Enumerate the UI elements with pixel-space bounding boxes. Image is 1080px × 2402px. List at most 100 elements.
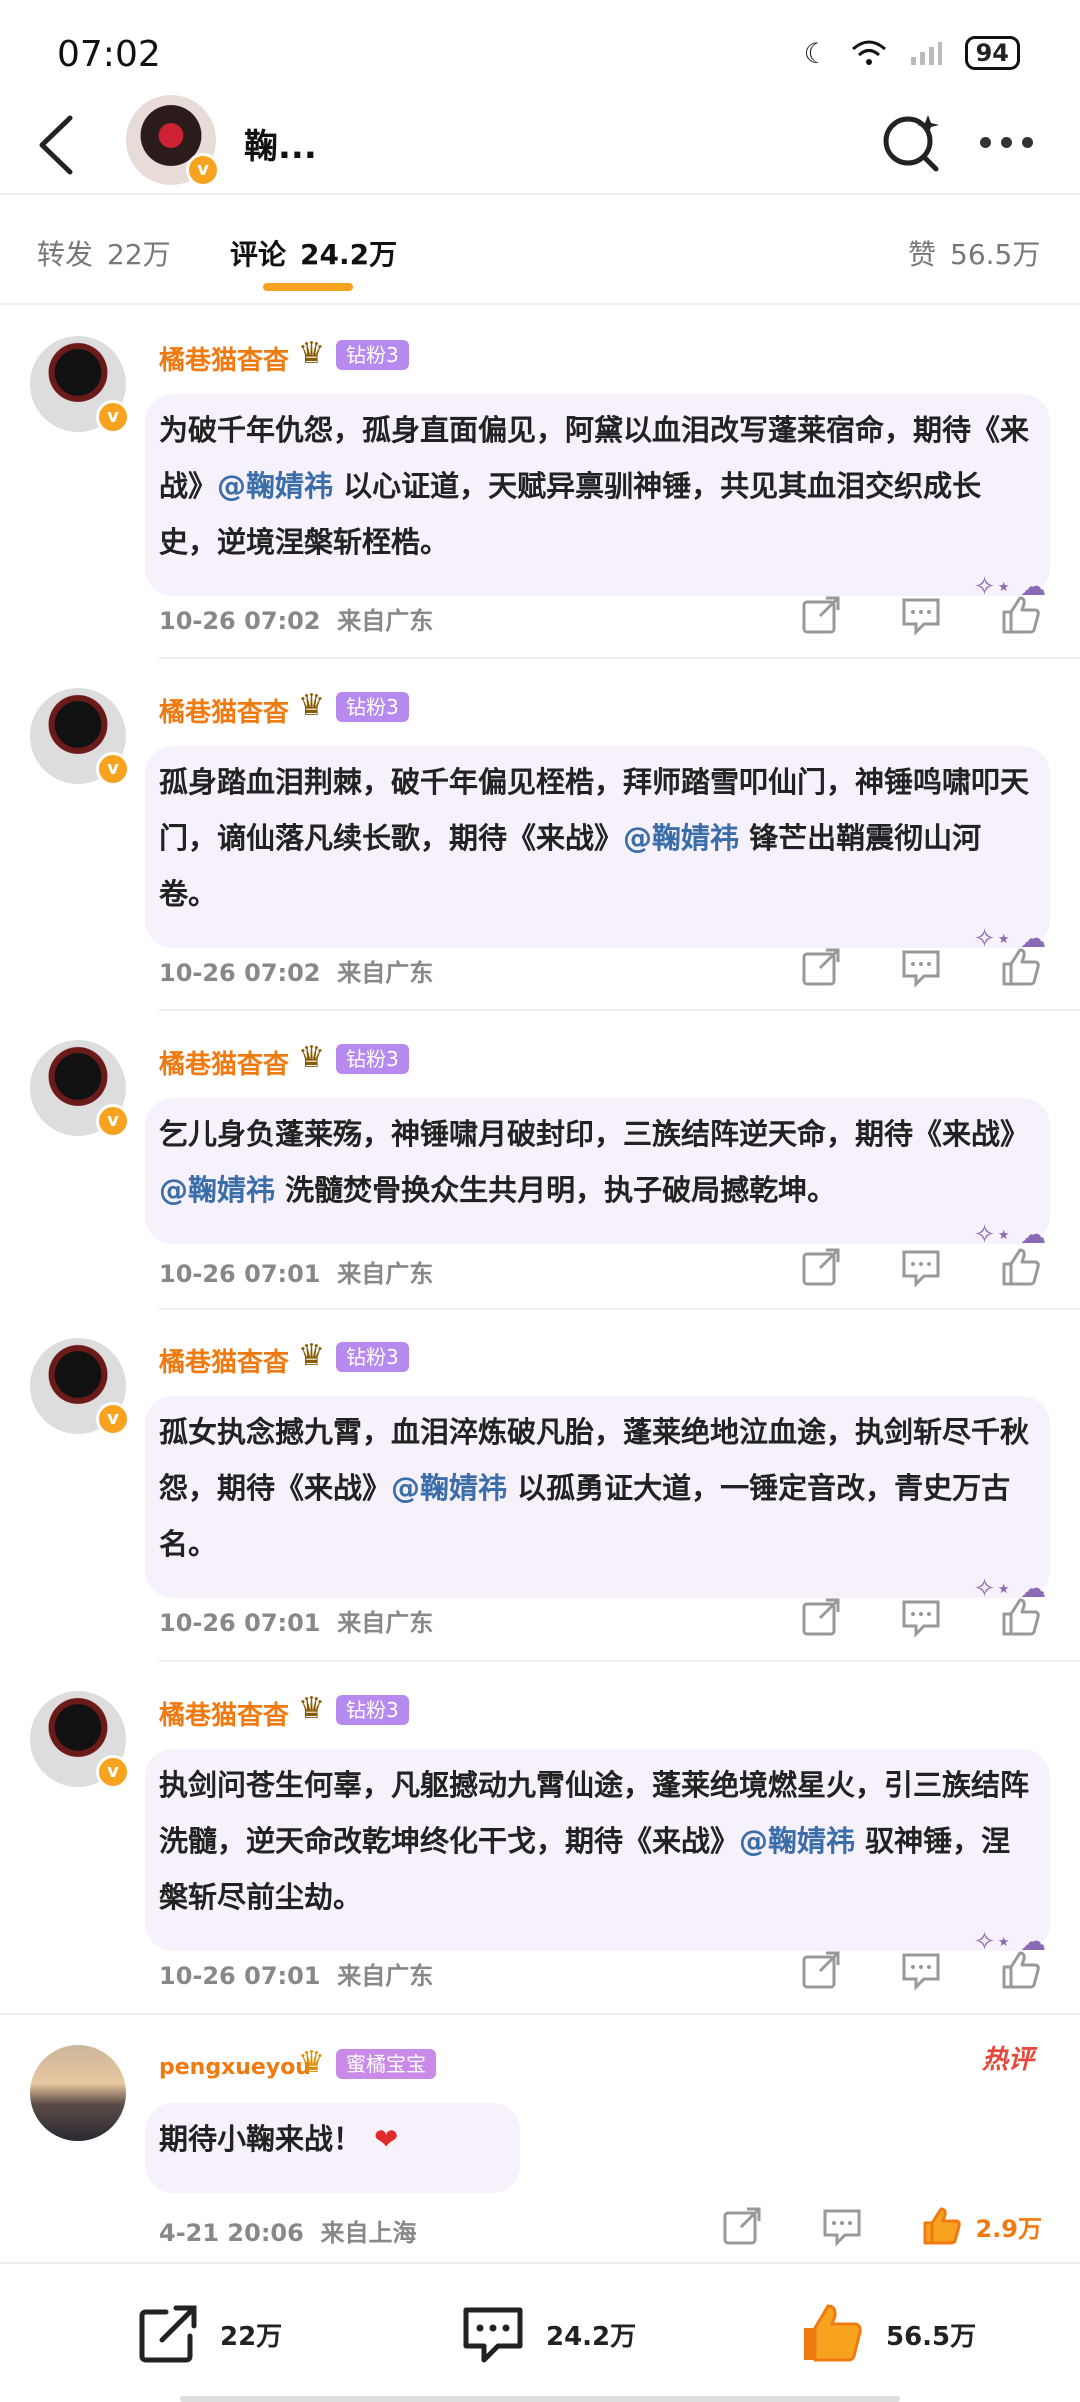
fan-crown-icon: ♛ [298, 2045, 325, 2080]
mention-link[interactable]: @鞠婧祎 [159, 1173, 275, 1207]
battery-indicator: 94 [964, 36, 1020, 70]
app-header: v 鞠... [0, 95, 1080, 195]
heart-emoji-icon: ❤ [374, 2122, 399, 2156]
comment-text: 孤女执念撼九霄，血泪淬炼破凡胎，蓬莱绝地泣血途，执剑斩尽千秋怨，期待《来战》@鞠… [159, 1415, 1030, 1561]
mention-link[interactable]: @鞠婧祎 [217, 469, 333, 503]
page-title: 鞠... [244, 127, 317, 167]
share-icon[interactable] [800, 1949, 842, 1991]
tab-comments[interactable]: 评论 24.2万 [230, 233, 397, 273]
like-button[interactable]: 56.5万 [798, 2302, 976, 2366]
commenter-avatar[interactable]: v [30, 1338, 130, 1436]
tab-bar: 转发 22万 评论 24.2万 赞 56.5万 [0, 195, 1080, 305]
comment-icon [463, 2307, 523, 2363]
reply-icon[interactable] [821, 2205, 863, 2247]
more-options-icon[interactable] [966, 117, 1046, 167]
crown-icon: ♛ [298, 336, 325, 371]
comment-divider [159, 657, 1080, 659]
reply-icon[interactable] [900, 946, 942, 988]
comment-meta: 10-26 07:01 来自广东 [159, 1260, 434, 1288]
active-tab-indicator [263, 283, 353, 291]
mention-link[interactable]: @鞠婧祎 [623, 821, 739, 855]
status-bar: 07:02 ☾ 94 [0, 0, 1080, 100]
comment-actions: 2.9万 [721, 2205, 1042, 2247]
comment-button[interactable]: 24.2万 [460, 2302, 636, 2366]
fan-badge: 钻粉3 [336, 692, 409, 722]
commenter-avatar[interactable]: v [30, 336, 130, 434]
like-icon[interactable] [1000, 594, 1042, 636]
share-icon[interactable] [800, 946, 842, 988]
fan-badge: 钻粉3 [336, 1044, 409, 1074]
comment-bubble: 期待小鞠来战！ ❤ [145, 2103, 520, 2193]
comment-text: 孤身踏血泪荆棘，破千年偏见桎梏，拜师踏雪叩仙门，神锤鸣啸叩天门，谪仙落凡续长歌，… [159, 765, 1030, 911]
bottom-action-bar: 22万 24.2万 56.5万 [0, 2262, 1080, 2402]
comment-item: v 橘巷猫杳杳 ♛ 钻粉3 孤身踏血泪荆棘，破千年偏见桎梏，拜师踏雪叩仙门，神锤… [0, 688, 1080, 1008]
comment-meta: 10-26 07:01 来自广东 [159, 1962, 434, 1990]
comment-item: v 橘巷猫杳杳 ♛ 钻粉3 孤女执念撼九霄，血泪淬炼破凡胎，蓬莱绝地泣血途，执剑… [0, 1338, 1080, 1658]
commenter-avatar[interactable]: v [30, 1691, 130, 1789]
comment-text: 期待小鞠来战！ ❤ [159, 2122, 399, 2156]
commenter-name[interactable]: 橘巷猫杳杳 [159, 1044, 289, 1081]
like-icon[interactable] [1000, 1596, 1042, 1638]
share-icon[interactable] [800, 1596, 842, 1638]
verified-badge-icon: v [96, 400, 130, 434]
comment-count: 24.2万 [546, 2321, 637, 2352]
comment-text: 执剑问苍生何辜，凡躯撼动九霄仙途，蓬莱绝境燃星火，引三族结阵洗髓，逆天命改乾坤终… [159, 1768, 1030, 1914]
comment-actions [800, 946, 1042, 988]
comment-meta: 10-26 07:02 来自广东 [159, 607, 434, 635]
commenter-name[interactable]: 橘巷猫杳杳 [159, 1695, 289, 1732]
tab-likes[interactable]: 赞 56.5万 [908, 233, 1040, 273]
like-icon[interactable] [1000, 1246, 1042, 1288]
status-icons: ☾ 94 [803, 36, 1020, 70]
hot-comment-label: 热评 [981, 2045, 1034, 2075]
comment-divider [159, 1308, 1080, 1310]
wifi-icon [851, 40, 886, 65]
fan-badge: 钻粉3 [336, 1695, 409, 1725]
share-icon[interactable] [800, 1246, 842, 1288]
repost-icon [139, 2305, 197, 2363]
commenter-name[interactable]: 橘巷猫杳杳 [159, 340, 289, 377]
search-icon[interactable] [876, 107, 946, 177]
home-indicator [180, 2396, 900, 2402]
like-icon[interactable] [1000, 946, 1042, 988]
reply-icon[interactable] [900, 1949, 942, 1991]
comment-bubble: 为破千年仇怨，孤身直面偏见，阿黛以血泪改写蓬莱宿命，期待《来战》@鞠婧祎 以心证… [145, 394, 1050, 602]
mention-link[interactable]: @鞠婧祎 [739, 1824, 855, 1858]
comment-actions [800, 1246, 1042, 1288]
comment-actions [800, 1949, 1042, 1991]
commenter-name[interactable]: 橘巷猫杳杳 [159, 692, 289, 729]
commenter-avatar[interactable]: v [30, 1040, 130, 1138]
comment-text: 为破千年仇怨，孤身直面偏见，阿黛以血泪改写蓬莱宿命，期待《来战》@鞠婧祎 以心证… [159, 413, 1030, 559]
author-avatar[interactable]: v [126, 95, 220, 187]
comment-bubble: 执剑问苍生何辜，凡躯撼动九霄仙途，蓬莱绝境燃星火，引三族结阵洗髓，逆天命改乾坤终… [145, 1749, 1050, 1957]
moon-icon: ☾ [803, 36, 829, 70]
commenter-name[interactable]: 橘巷猫杳杳 [159, 1342, 289, 1379]
commenter-avatar[interactable]: v [30, 688, 130, 786]
tabs-divider [0, 303, 1080, 305]
share-icon[interactable] [800, 594, 842, 636]
comment-text: 乞儿身负蓬莱殇，神锤啸月破封印，三族结阵逆天命，期待《来战》@鞠婧祎 洗髓焚骨换… [159, 1117, 1030, 1207]
signal-icon [910, 42, 942, 65]
tab-reposts[interactable]: 转发 22万 [37, 233, 171, 273]
hot-comment-item: pengxueyou ♛ 蜜橘宝宝 热评 期待小鞠来战！ ❤ 4-21 20:06… [0, 2045, 1080, 2255]
like-button[interactable]: 2.9万 [921, 2205, 1042, 2247]
repost-count: 22万 [220, 2321, 283, 2352]
share-icon[interactable] [721, 2205, 763, 2247]
reply-icon[interactable] [900, 1596, 942, 1638]
like-filled-icon [804, 2304, 862, 2362]
verified-badge-icon: v [96, 1755, 130, 1789]
back-arrow-icon[interactable] [30, 110, 90, 180]
verified-badge-icon: v [96, 752, 130, 786]
fan-badge: 蜜橘宝宝 [336, 2049, 436, 2079]
comment-meta: 10-26 07:02 来自广东 [159, 959, 434, 987]
verified-badge-icon: v [96, 1104, 130, 1138]
like-icon[interactable] [1000, 1949, 1042, 1991]
commenter-avatar[interactable] [30, 2045, 126, 2141]
comment-divider [159, 1009, 1080, 1011]
commenter-name[interactable]: pengxueyou [159, 2055, 311, 2080]
reply-icon[interactable] [900, 594, 942, 636]
reply-icon[interactable] [900, 1246, 942, 1288]
crown-icon: ♛ [298, 688, 325, 723]
repost-button[interactable]: 22万 [136, 2302, 282, 2366]
mention-link[interactable]: @鞠婧祎 [391, 1471, 507, 1505]
crown-icon: ♛ [298, 1040, 325, 1075]
